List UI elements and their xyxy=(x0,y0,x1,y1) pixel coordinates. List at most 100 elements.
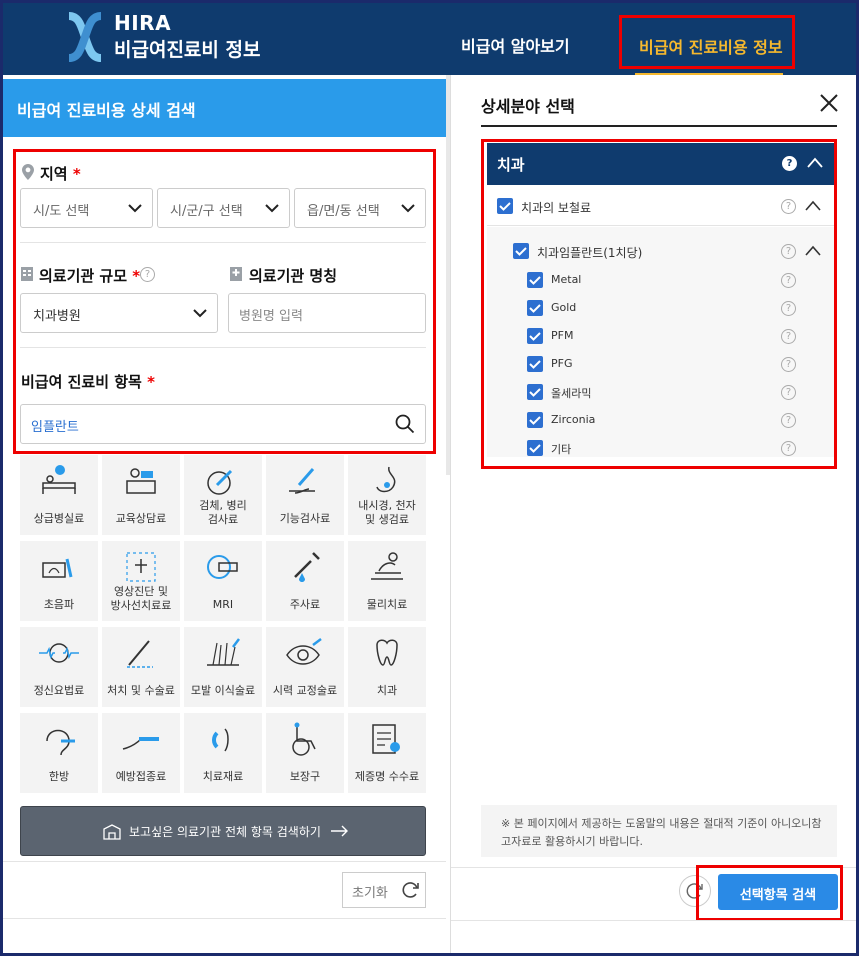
close-icon[interactable] xyxy=(819,93,839,113)
building-outline-icon xyxy=(103,824,121,840)
checkmark-icon xyxy=(529,388,541,397)
search-all-items-button[interactable]: 보고싶은 의료기관 전체 항목 검색하기 xyxy=(20,806,426,856)
title-underline xyxy=(481,125,837,127)
top-header: HIRA 비급여진료비 정보 비급여 알아보기 비급여 진료비용 정보 xyxy=(3,3,856,76)
search-all-items-label: 보고싶은 의료기관 전체 항목 검색하기 xyxy=(129,825,321,839)
help-icon[interactable]: ? xyxy=(781,357,796,372)
category-tile-physio[interactable]: 물리치료 xyxy=(348,541,426,621)
town-select-value: 읍/면/동 선택 xyxy=(307,204,380,219)
page: HIRA 비급여진료비 정보 비급여 알아보기 비급여 진료비용 정보 비급여 … xyxy=(3,3,856,953)
help-icon[interactable]: ? xyxy=(781,441,796,456)
scalpel-icon xyxy=(127,640,153,668)
subgroup-checkbox[interactable] xyxy=(513,243,529,259)
help-notice: ※ 본 페이지에서 제공하는 도움말의 내용은 절대적 기준이 아니오니참고자료… xyxy=(481,805,837,857)
item-checkbox[interactable] xyxy=(527,356,543,372)
item-checkbox[interactable] xyxy=(527,300,543,316)
category-tile-psych[interactable]: 정신요법료 xyxy=(20,627,98,707)
nav-cost-info[interactable]: 비급여 진료비용 정보 xyxy=(639,34,783,58)
help-icon[interactable]: ? xyxy=(781,273,796,288)
checkmark-icon xyxy=(499,202,511,211)
hospital-icon xyxy=(230,267,242,281)
logo-title[interactable]: HIRA xyxy=(114,11,171,35)
category-tile-certificate[interactable]: 제증명 수수료 xyxy=(348,713,426,793)
category-tile-hair[interactable]: 모발 이식술료 xyxy=(184,627,262,707)
group-checkbox[interactable] xyxy=(497,198,513,214)
category-tile-assistive[interactable]: 보장구 xyxy=(266,713,344,793)
help-icon[interactable]: ? xyxy=(781,385,796,400)
tooth-icon xyxy=(376,639,398,666)
category-tile-counseling[interactable]: 교육상담료 xyxy=(102,455,180,535)
province-select-value: 시/도 선택 xyxy=(33,204,90,219)
category-tile-dental[interactable]: 치과 xyxy=(348,627,426,707)
category-tile-surgery[interactable]: 처치 및 수술료 xyxy=(102,627,180,707)
item-label: PFM xyxy=(551,329,574,342)
help-icon[interactable]: ? xyxy=(782,156,797,171)
subgroup-label[interactable]: 치과임플란트(1치당) xyxy=(537,244,642,261)
noncovered-item-input[interactable]: 임플란트 xyxy=(20,404,426,444)
help-icon[interactable]: ? xyxy=(781,244,796,259)
vaccine-icon xyxy=(122,737,159,750)
facility-name-input[interactable]: 병원명 입력 xyxy=(228,293,426,333)
chevron-up-icon[interactable] xyxy=(807,156,823,170)
category-tile-function[interactable]: 기능검사료 xyxy=(266,455,344,535)
category-header[interactable]: 치과 ? xyxy=(487,143,834,185)
help-icon[interactable]: ? xyxy=(781,301,796,316)
item-label: 기타 xyxy=(551,443,572,456)
category-tile-vaccine[interactable]: 예방접종료 xyxy=(102,713,180,793)
physiotherapy-icon xyxy=(371,552,403,580)
reset-button[interactable]: 초기화 xyxy=(342,872,426,908)
detail-field-panel: 상세분야 선택 치과 ? 치과의 보철료 ? 치과임플란트(1치당) ? Met… xyxy=(450,75,856,953)
help-icon[interactable]: ? xyxy=(781,413,796,428)
help-notice-text: ※ 본 페이지에서 제공하는 도움말의 내용은 절대적 기준이 아니오니참고자료… xyxy=(501,817,822,848)
psychotherapy-icon xyxy=(39,643,79,663)
category-tile-specimen[interactable]: 검체, 병리 검사료 xyxy=(184,455,262,535)
divider xyxy=(3,918,446,919)
category-tile-oriental[interactable]: 한방 xyxy=(20,713,98,793)
category-tile-ultrasound[interactable]: 초음파 xyxy=(20,541,98,621)
item-checkbox[interactable] xyxy=(527,412,543,428)
category-label: 검체, 병리 검사료 xyxy=(199,499,247,526)
location-pin-icon xyxy=(22,164,34,180)
facility-scale-value: 치과병원 xyxy=(33,309,81,324)
nav-noncovered-intro[interactable]: 비급여 알아보기 xyxy=(461,33,570,57)
chevron-up-icon[interactable] xyxy=(805,245,821,257)
function-test-icon xyxy=(289,468,315,494)
eye-icon xyxy=(286,638,322,665)
detail-field-title: 상세분야 선택 xyxy=(481,97,575,116)
help-icon[interactable]: ? xyxy=(781,329,796,344)
category-tile-material[interactable]: 치료재료 xyxy=(184,713,262,793)
city-select[interactable]: 시/군/구 선택 xyxy=(157,188,290,228)
category-tile-vision[interactable]: 시력 교정술료 xyxy=(266,627,344,707)
item-checkbox[interactable] xyxy=(527,272,543,288)
logo-subtitle[interactable]: 비급여진료비 정보 xyxy=(114,35,260,62)
facility-scale-select[interactable]: 치과병원 xyxy=(20,293,218,333)
facility-scale-label: 의료기관 규모 * xyxy=(39,267,141,285)
category-tile-endoscopy[interactable]: 내시경, 천자 및 생검료 xyxy=(348,455,426,535)
reset-label: 초기화 xyxy=(352,886,388,901)
item-checkbox[interactable] xyxy=(527,440,543,456)
wheelchair-icon xyxy=(292,722,316,756)
town-select[interactable]: 읍/면/동 선택 xyxy=(294,188,426,228)
hira-logo-icon[interactable] xyxy=(63,12,107,62)
search-selected-label: 선택항목 검색 xyxy=(739,888,817,903)
detail-search-panel: 비급여 진료비용 상세 검색 지역 * 시/도 선택 시/군/구 선택 읍/면/… xyxy=(3,75,446,953)
category-tile-mri[interactable]: MRI xyxy=(184,541,262,621)
divider xyxy=(487,225,834,226)
facility-name-label: 의료기관 명칭 xyxy=(249,267,338,285)
item-checkbox[interactable] xyxy=(527,328,543,344)
item-label: PFG xyxy=(551,357,573,370)
item-checkbox[interactable] xyxy=(527,384,543,400)
category-tile-injection[interactable]: 주사료 xyxy=(266,541,344,621)
help-icon[interactable]: ? xyxy=(140,267,155,282)
search-selected-button[interactable]: 선택항목 검색 xyxy=(718,874,838,910)
search-icon[interactable] xyxy=(395,414,415,434)
certificate-icon xyxy=(372,724,400,754)
category-tile-room[interactable]: 상급병실료 xyxy=(20,455,98,535)
group-label[interactable]: 치과의 보철료 xyxy=(521,199,591,216)
endoscopy-icon xyxy=(376,466,396,493)
category-tile-radiology[interactable]: 영상진단 및 방사선치료료 xyxy=(102,541,180,621)
help-icon[interactable]: ? xyxy=(781,199,796,214)
nav-cost-info-highlight[interactable]: 비급여 진료비용 정보 xyxy=(619,15,795,69)
chevron-up-icon[interactable] xyxy=(805,200,821,212)
province-select[interactable]: 시/도 선택 xyxy=(20,188,153,228)
